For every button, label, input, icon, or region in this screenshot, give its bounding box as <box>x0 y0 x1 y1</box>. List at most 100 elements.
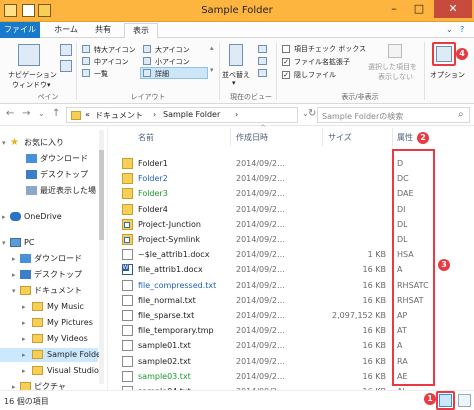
nav-scrollbar[interactable] <box>99 130 104 384</box>
file-name: ~$le_attrib1.docx <box>138 250 210 260</box>
forward-button[interactable]: → <box>22 108 30 119</box>
maximize-button[interactable]: □ <box>407 0 431 18</box>
details-pane-icon[interactable] <box>60 60 72 72</box>
preview-pane-icon[interactable] <box>60 44 72 56</box>
layout-large[interactable]: 大アイコン <box>155 45 190 55</box>
search-icon[interactable]: ⌕ <box>458 109 464 120</box>
nav-item-visual-studio[interactable]: ▸ Visual Studio <box>0 364 99 378</box>
file-icon <box>122 294 133 306</box>
chevron-right-icon[interactable]: ▸ <box>22 316 26 330</box>
file-name: sample01.txt <box>138 341 191 351</box>
nav-item-my-videos[interactable]: ▸ My Videos <box>0 332 98 346</box>
recent-locations-dropdown[interactable]: ⌄ <box>38 109 45 118</box>
nav-item-fav-desktop[interactable]: デスクトップ <box>0 168 98 182</box>
breadcrumb-overflow[interactable]: « <box>85 110 90 119</box>
add-columns-icon[interactable] <box>258 57 267 65</box>
sort-by-icon[interactable] <box>229 44 243 66</box>
large-icons-view-button[interactable] <box>458 394 471 407</box>
chevron-right-icon[interactable]: ▸ <box>12 252 16 266</box>
layout-medium[interactable]: 中アイコン <box>94 57 129 67</box>
navigation-pane: ▾ ★ お気に入り ダウンロード デスクトップ 最近表示した場 ▸ OneDri… <box>0 126 108 390</box>
nav-item-downloads[interactable]: ▸ ダウンロード <box>0 252 98 266</box>
nav-item-onedrive[interactable]: ▸ OneDrive <box>0 210 98 224</box>
address-bar[interactable]: « ドキュメント › Sample Folder › <box>66 107 298 123</box>
layout-more-icon[interactable]: ▾ <box>210 66 214 74</box>
chevron-right-icon[interactable]: ▸ <box>22 364 26 378</box>
breadcrumb-documents[interactable]: ドキュメント <box>95 110 143 121</box>
chevron-down-icon[interactable]: ▾ <box>2 136 6 150</box>
layout-small[interactable]: 小アイコン <box>155 57 190 67</box>
nav-item-favorites[interactable]: ▾ ★ お気に入り <box>0 136 98 150</box>
nav-scrollbar-thumb[interactable] <box>99 150 104 240</box>
column-divider[interactable] <box>392 128 393 146</box>
minimize-button[interactable]: – <box>382 0 406 18</box>
nav-item-recent-places[interactable]: 最近表示した場 <box>0 184 98 198</box>
nav-item-pictures[interactable]: ▸ ピクチャ <box>0 380 98 390</box>
column-header-attributes[interactable]: 属性 <box>397 132 413 143</box>
up-button[interactable]: ↑ <box>52 108 60 119</box>
options-label[interactable]: オプション <box>430 70 465 80</box>
column-header-date[interactable]: 作成日時 <box>236 132 268 143</box>
layout-details[interactable]: 詳細 <box>155 69 169 79</box>
file-date: 2014/09/2… <box>236 250 286 260</box>
nav-item-sample-folder[interactable]: ▸ Sample Folde <box>0 348 101 362</box>
nav-item-desktop[interactable]: ▸ デスクトップ <box>0 268 98 282</box>
chevron-right-icon[interactable]: ▸ <box>22 348 26 362</box>
tab-share[interactable]: 共有 <box>88 23 118 38</box>
back-button[interactable]: ← <box>6 108 14 119</box>
chevron-right-icon[interactable]: ▸ <box>22 332 26 346</box>
file-extensions-label[interactable]: ファイル名拡張子 <box>294 57 350 67</box>
chevron-down-icon[interactable]: ▾ <box>2 236 6 250</box>
layout-scroll-up-icon[interactable]: ▴ <box>210 44 214 52</box>
chevron-right-icon[interactable]: ▸ <box>12 268 16 282</box>
nav-item-documents[interactable]: ▾ ドキュメント <box>0 284 98 298</box>
navigation-pane-label[interactable]: ナビゲーション <box>8 70 57 80</box>
item-checkboxes-label[interactable]: 項目チェック ボックス <box>294 44 366 54</box>
breadcrumb-sample-folder[interactable]: Sample Folder <box>163 110 220 119</box>
sort-by-label[interactable]: 並べ替え <box>222 70 250 80</box>
search-input[interactable]: Sample Folderの検索 ⌕ <box>317 107 470 123</box>
ribbon-expand-icon[interactable]: ⌄ <box>446 25 453 34</box>
breadcrumb-separator[interactable]: › <box>235 110 238 119</box>
navigation-pane-label2[interactable]: ウィンドウ▾ <box>12 80 51 90</box>
file-extensions-checkbox[interactable]: ✓ <box>282 58 290 66</box>
sort-by-dropdown-icon[interactable]: ▾ <box>232 79 236 87</box>
group-by-icon[interactable] <box>258 45 267 53</box>
chevron-right-icon[interactable]: ▸ <box>2 210 6 224</box>
help-icon[interactable]: ? <box>460 25 464 34</box>
layout-list[interactable]: 一覧 <box>94 69 108 79</box>
small-icons-icon <box>143 57 151 65</box>
breadcrumb-separator[interactable]: › <box>153 110 156 119</box>
folder-icon <box>32 350 43 359</box>
tab-view[interactable]: 表示 <box>124 23 158 39</box>
file-date: 2014/09/2… <box>236 341 286 351</box>
tab-home[interactable]: ホーム <box>46 23 86 38</box>
refresh-button[interactable]: ↻ <box>308 108 316 119</box>
nav-item-fav-downloads[interactable]: ダウンロード <box>0 152 98 166</box>
nav-item-pc[interactable]: ▾ PC <box>0 236 98 250</box>
file-name: Folder2 <box>138 174 168 184</box>
pictures-folder-icon <box>20 382 31 390</box>
nav-item-my-pictures[interactable]: ▸ My Pictures <box>0 316 98 330</box>
size-columns-icon[interactable] <box>258 69 267 77</box>
column-divider[interactable] <box>322 128 323 146</box>
nav-label: My Music <box>47 302 84 311</box>
column-header-size[interactable]: サイズ <box>328 132 352 143</box>
column-divider[interactable] <box>230 128 231 146</box>
nav-label: Visual Studio <box>47 366 99 375</box>
layout-extra-large[interactable]: 特大アイコン <box>94 45 136 55</box>
item-checkboxes-checkbox[interactable] <box>282 45 290 53</box>
file-name: Folder3 <box>138 189 168 199</box>
column-header-name[interactable]: 名前 <box>138 132 154 143</box>
close-button[interactable]: ✕ <box>434 0 472 18</box>
hidden-items-checkbox[interactable]: ✓ <box>282 71 290 79</box>
navigation-pane-icon[interactable] <box>18 44 40 66</box>
chevron-right-icon[interactable]: ▸ <box>12 380 16 390</box>
nav-label: デスクトップ <box>34 270 82 279</box>
hidden-items-label[interactable]: 隠しファイル <box>294 70 336 80</box>
chevron-down-icon[interactable]: ▾ <box>12 284 16 298</box>
nav-item-my-music[interactable]: ▸ My Music <box>0 300 98 314</box>
chevron-right-icon[interactable]: ▸ <box>22 300 26 314</box>
tab-file[interactable]: ファイル <box>0 22 40 38</box>
large-icons-icon <box>143 45 151 53</box>
